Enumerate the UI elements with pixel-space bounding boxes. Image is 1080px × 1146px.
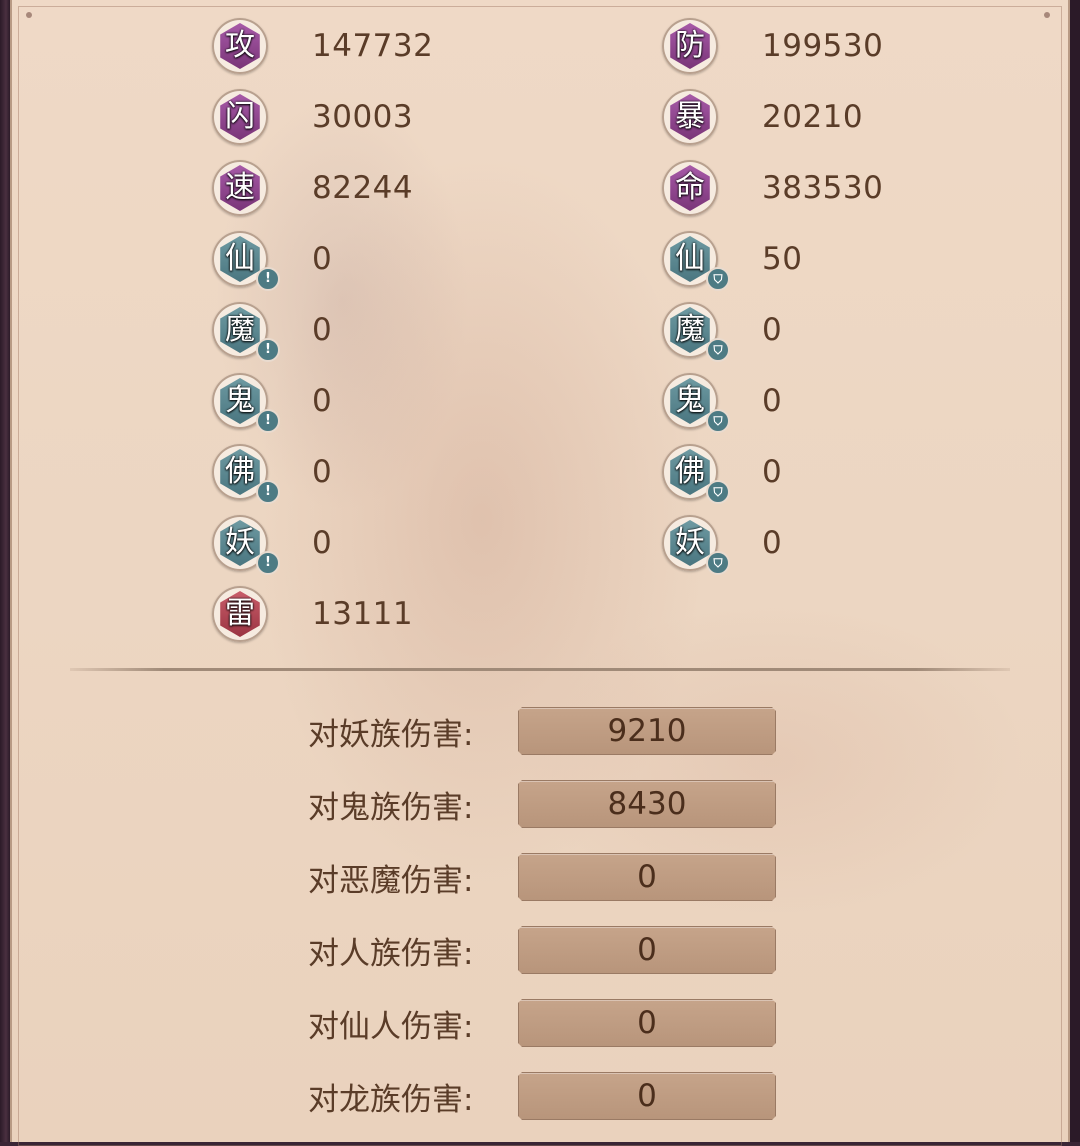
stat-buddha-resist: 佛! 0 bbox=[212, 442, 333, 504]
stat-glyph: 闪 bbox=[220, 94, 260, 140]
stat-glyph: 命 bbox=[670, 165, 710, 211]
damage-label: 对龙族伤害: bbox=[308, 1081, 474, 1118]
speed-icon: 速 bbox=[212, 160, 268, 216]
corner-rivet-icon bbox=[1044, 12, 1050, 18]
stat-value: 20210 bbox=[762, 99, 864, 135]
stat-value: 30003 bbox=[312, 99, 414, 135]
exclamation-icon: ! bbox=[256, 409, 280, 433]
stat-value: 13111 bbox=[312, 596, 414, 632]
damage-label: 对仙人伤害: bbox=[308, 1008, 474, 1045]
dodge-icon: 闪 bbox=[212, 89, 268, 145]
damage-value: 0 bbox=[518, 999, 776, 1047]
damage-row-devil: 对恶魔伤害: 0 bbox=[308, 852, 776, 902]
defense-icon: 防 bbox=[662, 18, 718, 74]
damage-label: 对妖族伤害: bbox=[308, 716, 474, 753]
attack-icon: 攻 bbox=[212, 18, 268, 74]
monster-icon: 妖! bbox=[212, 515, 280, 575]
corner-rivet-icon bbox=[26, 12, 32, 18]
shield-icon: ⛉ bbox=[706, 480, 730, 504]
stat-demon-defense: 魔 ⛉ 0 bbox=[662, 300, 783, 362]
stat-glyph: 暴 bbox=[670, 94, 710, 140]
damage-row-dragon: 对龙族伤害: 0 bbox=[308, 1071, 776, 1121]
damage-label: 对恶魔伤害: bbox=[308, 862, 474, 899]
buddha-icon: 佛 ⛉ bbox=[662, 444, 730, 504]
life-icon: 命 bbox=[662, 160, 718, 216]
buddha-icon: 佛! bbox=[212, 444, 280, 504]
stat-value: 0 bbox=[312, 383, 333, 419]
damage-row-ghost: 对鬼族伤害: 8430 bbox=[308, 779, 776, 829]
stat-immortal-defense: 仙 ⛉ 50 bbox=[662, 229, 803, 291]
shield-icon: ⛉ bbox=[706, 338, 730, 362]
damage-value: 0 bbox=[518, 853, 776, 901]
monster-icon: 妖 ⛉ bbox=[662, 515, 730, 575]
stat-attack: 攻 147732 bbox=[212, 16, 433, 76]
stat-value: 0 bbox=[312, 312, 333, 348]
stat-ghost-resist: 鬼! 0 bbox=[212, 371, 333, 433]
damage-row-human: 对人族伤害: 0 bbox=[308, 925, 776, 975]
critical-icon: 暴 bbox=[662, 89, 718, 145]
damage-row-monster: 对妖族伤害: 9210 bbox=[308, 706, 776, 756]
damage-label: 对人族伤害: bbox=[308, 935, 474, 972]
stat-demon-resist: 魔! 0 bbox=[212, 300, 333, 362]
stat-critical: 暴 20210 bbox=[662, 87, 863, 147]
stat-value: 82244 bbox=[312, 170, 414, 206]
stat-value: 0 bbox=[312, 241, 333, 277]
immortal-icon: 仙! bbox=[212, 231, 280, 291]
exclamation-icon: ! bbox=[256, 338, 280, 362]
demon-icon: 魔! bbox=[212, 302, 280, 362]
stat-immortal-resist: 仙! 0 bbox=[212, 229, 333, 291]
stat-buddha-defense: 佛 ⛉ 0 bbox=[662, 442, 783, 504]
stat-speed: 速 82244 bbox=[212, 158, 413, 218]
stat-glyph: 防 bbox=[670, 23, 710, 69]
section-divider bbox=[70, 668, 1010, 671]
damage-value: 9210 bbox=[518, 707, 776, 755]
stat-dodge: 闪 30003 bbox=[212, 87, 413, 147]
exclamation-icon: ! bbox=[256, 551, 280, 575]
immortal-icon: 仙 ⛉ bbox=[662, 231, 730, 291]
stat-value: 199530 bbox=[762, 28, 884, 64]
shield-icon: ⛉ bbox=[706, 267, 730, 291]
damage-value: 0 bbox=[518, 1072, 776, 1120]
damage-label: 对鬼族伤害: bbox=[308, 789, 474, 826]
damage-value: 0 bbox=[518, 926, 776, 974]
stat-value: 0 bbox=[762, 454, 783, 490]
damage-row-immortal: 对仙人伤害: 0 bbox=[308, 998, 776, 1048]
exclamation-icon: ! bbox=[256, 480, 280, 504]
stat-value: 383530 bbox=[762, 170, 884, 206]
stat-value: 0 bbox=[762, 312, 783, 348]
stat-value: 0 bbox=[312, 525, 333, 561]
stat-monster-resist: 妖! 0 bbox=[212, 513, 333, 575]
stat-value: 0 bbox=[762, 525, 783, 561]
stat-ghost-defense: 鬼 ⛉ 0 bbox=[662, 371, 783, 433]
stat-life: 命 383530 bbox=[662, 158, 883, 218]
stat-glyph: 雷 bbox=[220, 591, 260, 637]
stat-value: 0 bbox=[762, 383, 783, 419]
stat-glyph: 速 bbox=[220, 165, 260, 211]
thunder-icon: 雷 bbox=[212, 586, 268, 642]
stat-thunder: 雷 13111 bbox=[212, 584, 413, 644]
damage-value: 8430 bbox=[518, 780, 776, 828]
shield-icon: ⛉ bbox=[706, 551, 730, 575]
stat-value: 147732 bbox=[312, 28, 434, 64]
demon-icon: 魔 ⛉ bbox=[662, 302, 730, 362]
exclamation-icon: ! bbox=[256, 267, 280, 291]
stat-value: 0 bbox=[312, 454, 333, 490]
ghost-icon: 鬼 ⛉ bbox=[662, 373, 730, 433]
stat-monster-defense: 妖 ⛉ 0 bbox=[662, 513, 783, 575]
stat-defense: 防 199530 bbox=[662, 16, 883, 76]
ghost-icon: 鬼! bbox=[212, 373, 280, 433]
shield-icon: ⛉ bbox=[706, 409, 730, 433]
stat-glyph: 攻 bbox=[220, 23, 260, 69]
stat-value: 50 bbox=[762, 241, 803, 277]
